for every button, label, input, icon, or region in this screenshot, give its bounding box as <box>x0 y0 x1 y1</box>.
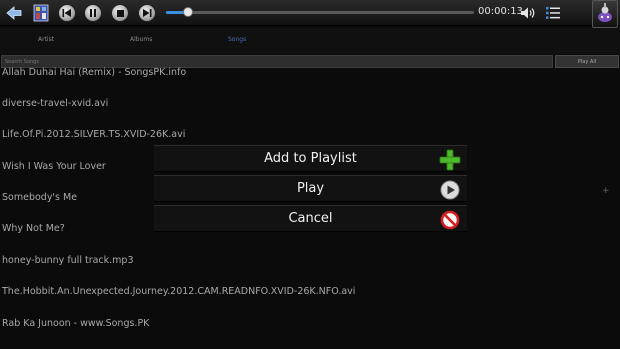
list-item[interactable]: diverse-travel-xvid.avi <box>0 94 612 124</box>
seek-handle[interactable] <box>182 7 193 17</box>
skip-previous-icon <box>62 9 71 17</box>
cancel-label: Cancel <box>288 211 333 226</box>
app-logo <box>592 0 618 28</box>
cancel-icon <box>439 209 461 231</box>
play-icon <box>439 179 461 201</box>
playlist-button[interactable] <box>543 3 563 23</box>
cancel-button[interactable]: Cancel <box>154 205 467 232</box>
pause-icon <box>90 9 96 17</box>
list-item[interactable]: Allah Duhai Hai (Remix) - SongsPK.info <box>0 63 612 93</box>
pause-button[interactable] <box>83 3 103 23</box>
add-to-playlist-label: Add to Playlist <box>264 151 357 166</box>
scroll-indicator[interactable]: + <box>602 186 610 196</box>
add-to-playlist-button[interactable]: Add to Playlist <box>154 145 467 172</box>
volume-icon <box>521 7 535 19</box>
play-label: Play <box>296 181 325 196</box>
plus-icon <box>439 149 461 171</box>
back-button[interactable] <box>4 3 24 23</box>
list-item[interactable]: honey-bunny full track.mp3 <box>0 251 612 281</box>
next-button[interactable] <box>137 3 157 23</box>
skip-next-icon <box>143 9 152 17</box>
play-button[interactable]: Play <box>154 175 467 202</box>
stop-button[interactable] <box>110 3 130 23</box>
previous-button[interactable] <box>57 3 77 23</box>
list-item[interactable]: Rab Ka Junoon - www.Songs.PK <box>0 314 612 344</box>
tab-songs[interactable]: Songs <box>228 36 246 43</box>
stop-icon <box>116 9 124 17</box>
volume-button[interactable] <box>518 3 538 23</box>
library-button[interactable] <box>31 3 51 23</box>
app-logo-icon <box>598 3 612 22</box>
tab-albums[interactable]: Albums <box>130 36 152 43</box>
library-icon <box>33 4 49 22</box>
context-menu-dialog: Add to Playlist Play Cancel <box>154 145 467 232</box>
list-icon <box>546 7 560 19</box>
category-tabs: Artist Albums Songs <box>0 28 620 54</box>
back-arrow-icon <box>6 6 22 20</box>
list-item[interactable]: The.Hobbit.An.Unexpected.Journey.2012.CA… <box>0 282 612 312</box>
media-toolbar: 00:00:13 <box>0 0 620 28</box>
tab-artist[interactable]: Artist <box>38 36 54 43</box>
elapsed-time: 00:00:13 <box>478 6 523 17</box>
seek-bar[interactable] <box>166 7 474 17</box>
